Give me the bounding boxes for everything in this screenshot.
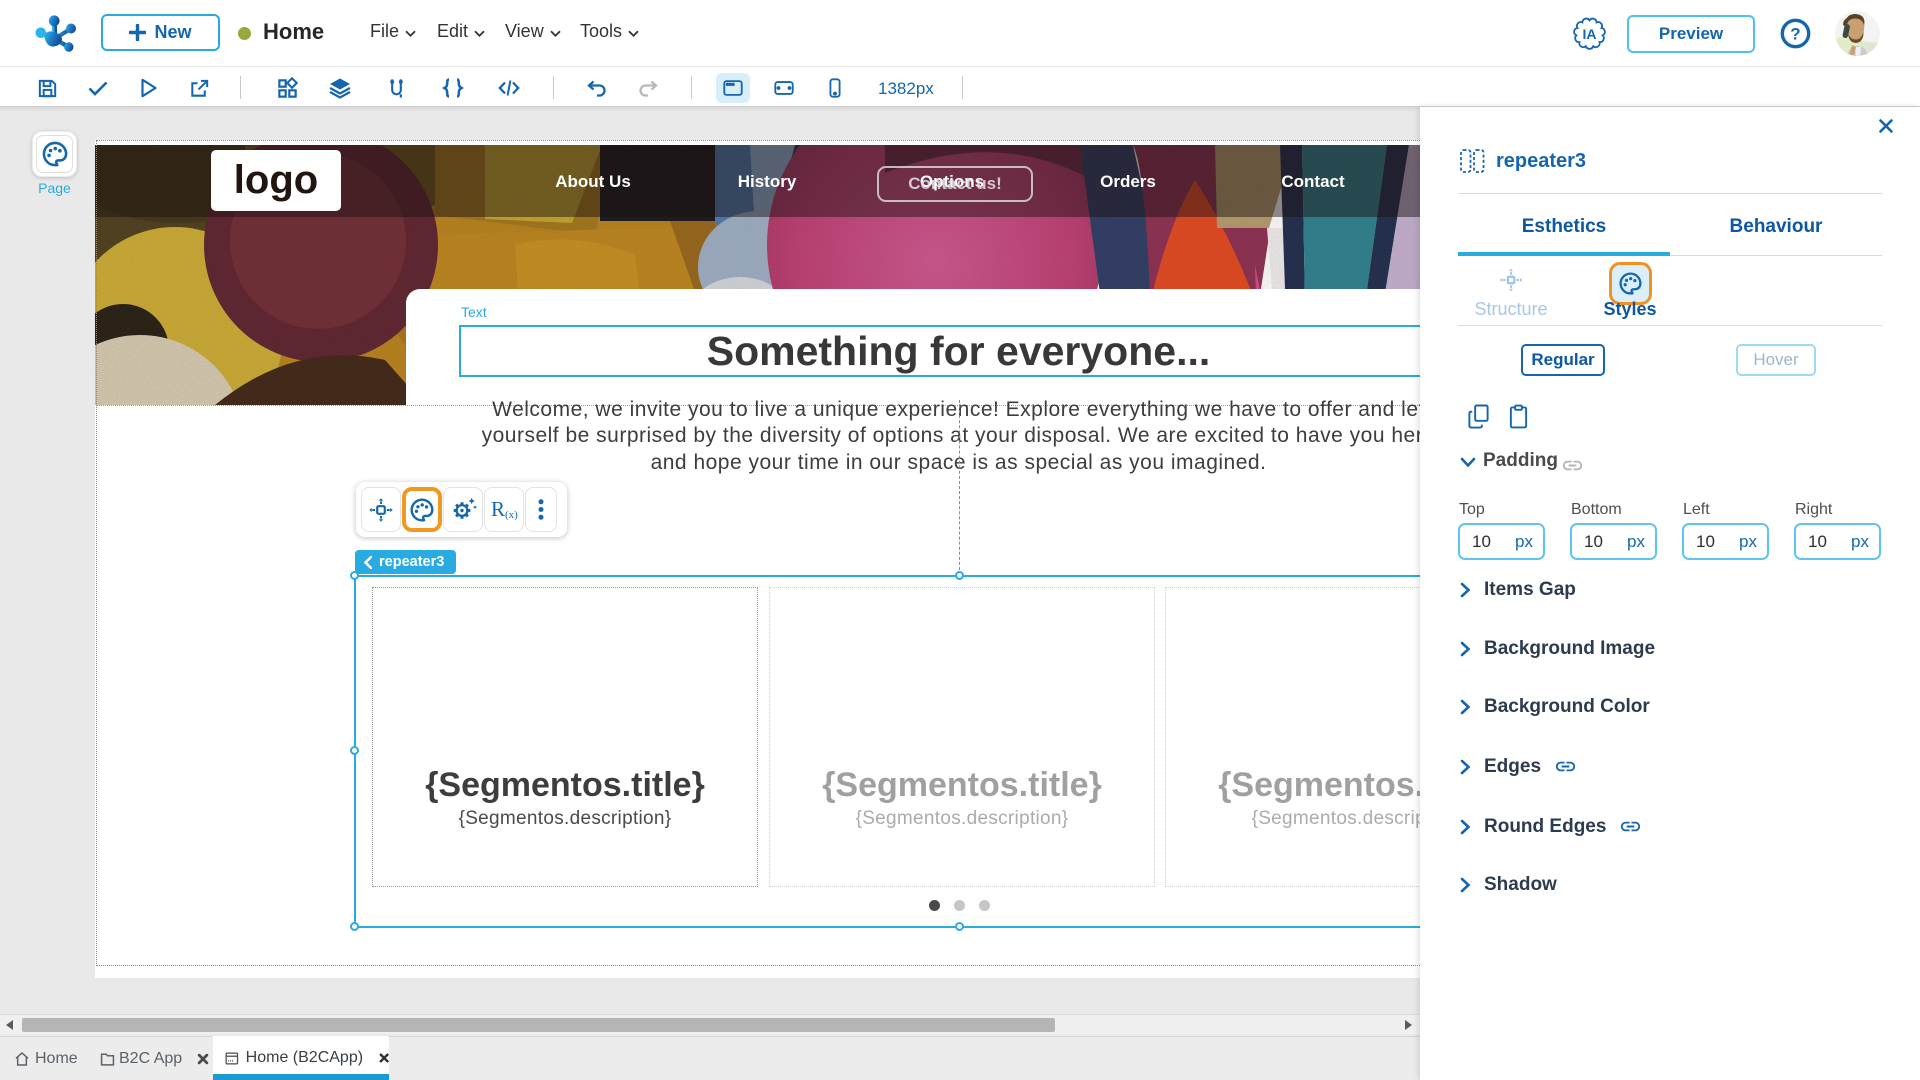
svg-text:(x): (x) <box>505 509 518 521</box>
svg-text:?: ? <box>1790 25 1800 44</box>
svg-text:IA: IA <box>1583 26 1597 42</box>
svg-text:R: R <box>491 497 505 521</box>
